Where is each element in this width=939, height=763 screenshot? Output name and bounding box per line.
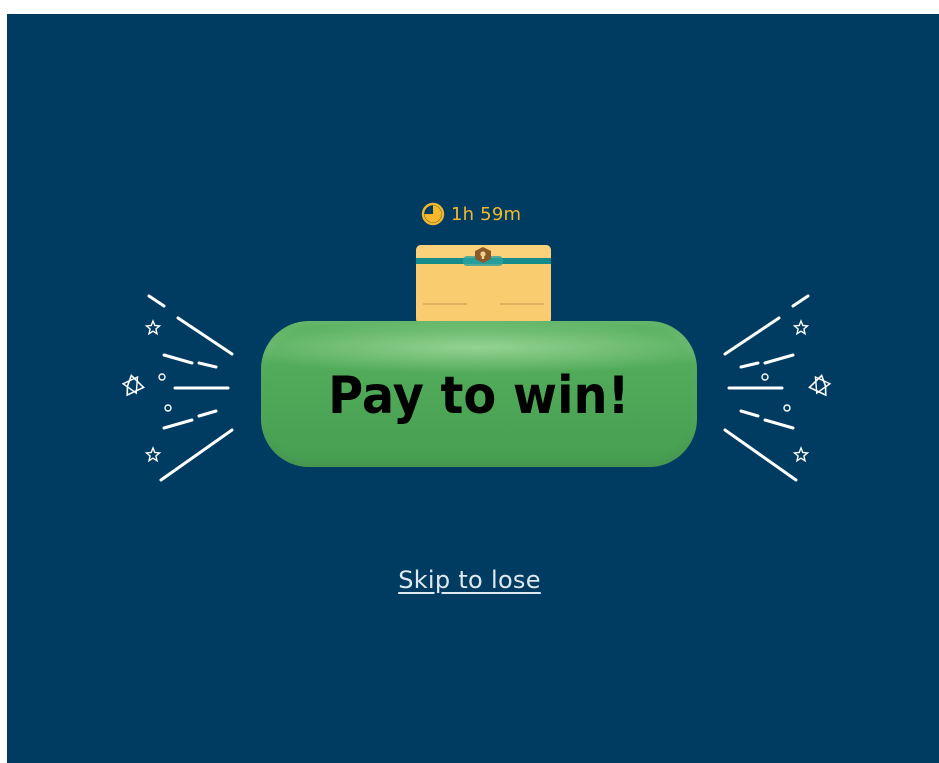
diamond-icon xyxy=(808,374,832,397)
diamond-icon xyxy=(121,374,145,397)
circle-icon xyxy=(761,373,769,381)
sparkle-burst-right xyxy=(723,294,832,482)
timer-text: 1h 59m xyxy=(451,203,522,225)
skip-link-label: Skip to lose xyxy=(398,566,541,594)
circle-icon xyxy=(783,404,791,412)
circle-icon xyxy=(158,373,166,381)
star-icon xyxy=(792,319,810,336)
star-icon xyxy=(144,446,162,463)
pay-to-win-button[interactable]: Pay to win! xyxy=(261,321,697,467)
pie-clock-icon xyxy=(421,202,445,226)
skip-link[interactable]: Skip to lose xyxy=(0,566,939,594)
star-icon xyxy=(792,446,810,463)
treasure-chest-icon xyxy=(416,245,551,324)
countdown-timer: 1h 59m xyxy=(421,200,521,228)
pay-button-label: Pay to win! xyxy=(328,366,630,426)
sparkle-burst-left xyxy=(121,294,234,482)
circle-icon xyxy=(164,404,172,412)
star-icon xyxy=(144,319,162,336)
